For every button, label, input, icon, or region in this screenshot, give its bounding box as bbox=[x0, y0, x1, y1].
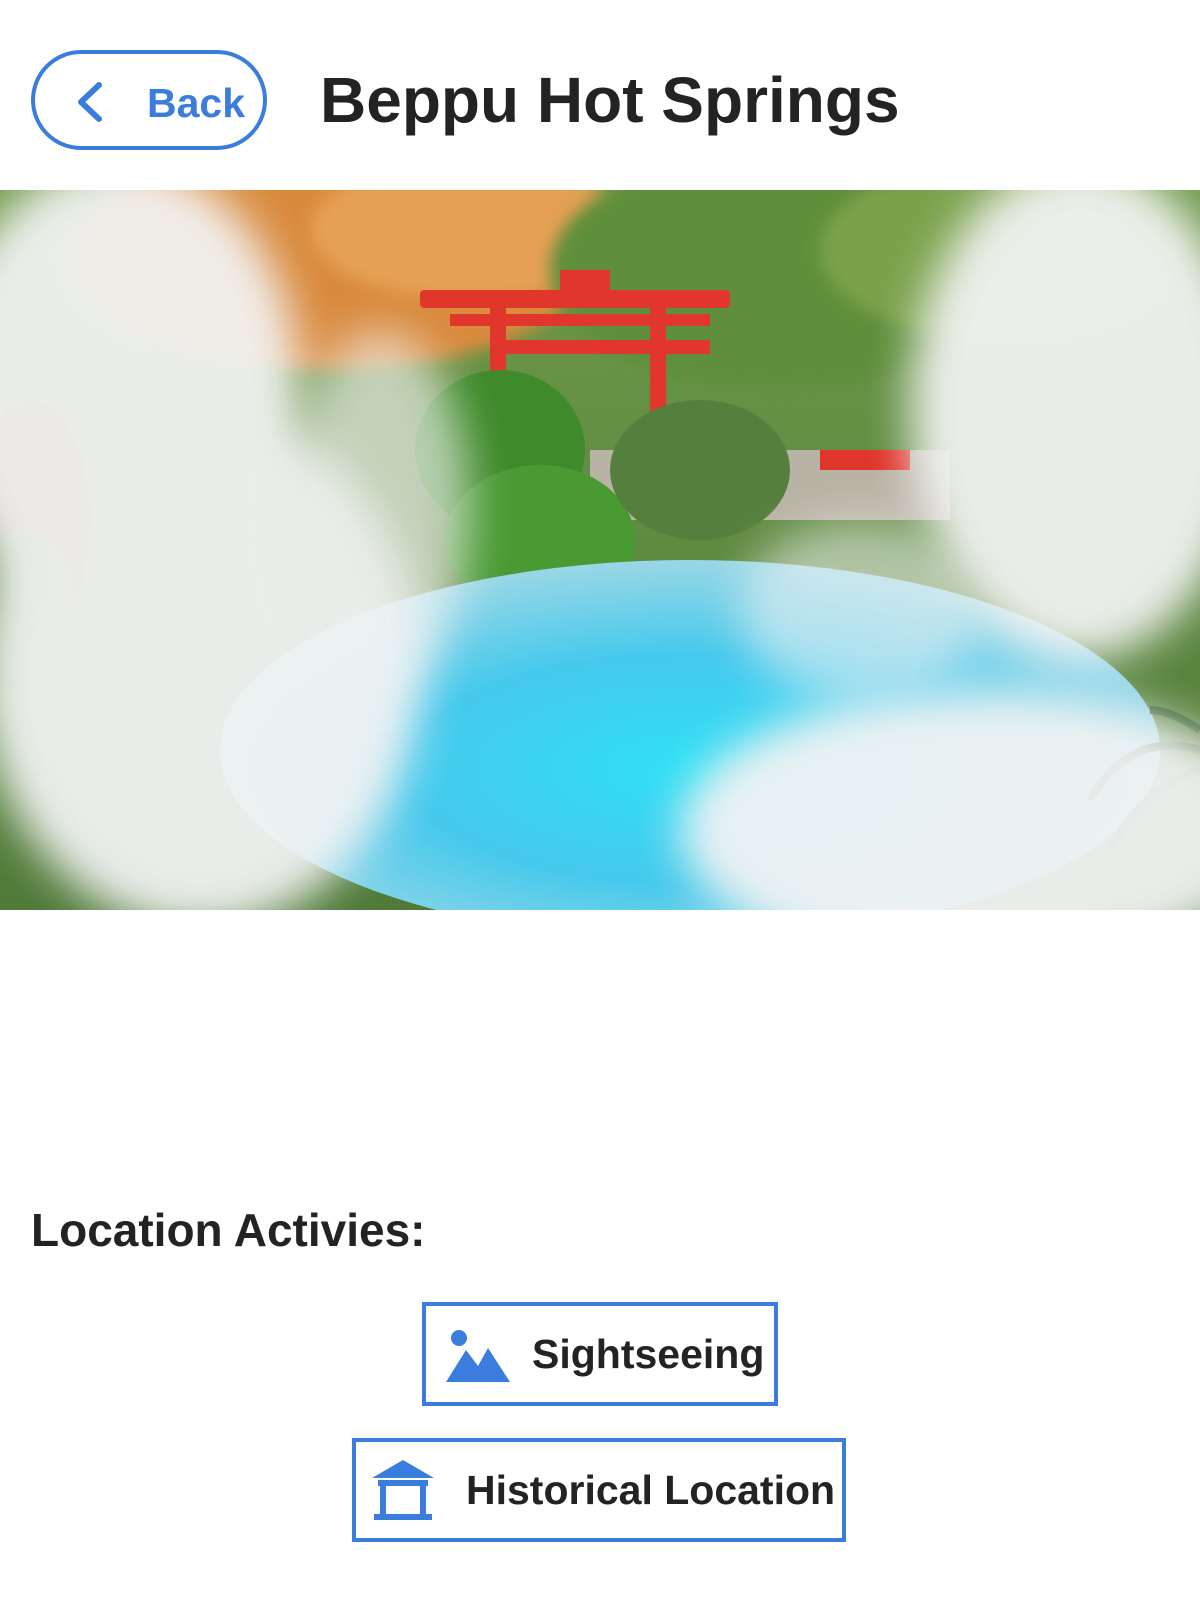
page-title: Beppu Hot Springs bbox=[320, 64, 900, 136]
activity-sightseeing-button[interactable]: Sightseeing bbox=[422, 1302, 778, 1406]
chevron-left-icon bbox=[78, 82, 102, 122]
activity-historical-location-button[interactable]: Historical Location bbox=[352, 1438, 846, 1542]
hero-image bbox=[0, 190, 1200, 910]
activity-label: Historical Location bbox=[466, 1467, 836, 1513]
activity-label: Sightseeing bbox=[532, 1331, 765, 1377]
activities-heading: Location Activies: bbox=[31, 1204, 426, 1256]
back-button-label: Back bbox=[147, 80, 246, 126]
pagoda-shrine-icon bbox=[372, 1460, 434, 1520]
header-bar: Back Beppu Hot Springs bbox=[0, 0, 1200, 190]
mountain-landscape-icon bbox=[446, 1330, 510, 1382]
back-button[interactable]: Back bbox=[31, 50, 267, 150]
